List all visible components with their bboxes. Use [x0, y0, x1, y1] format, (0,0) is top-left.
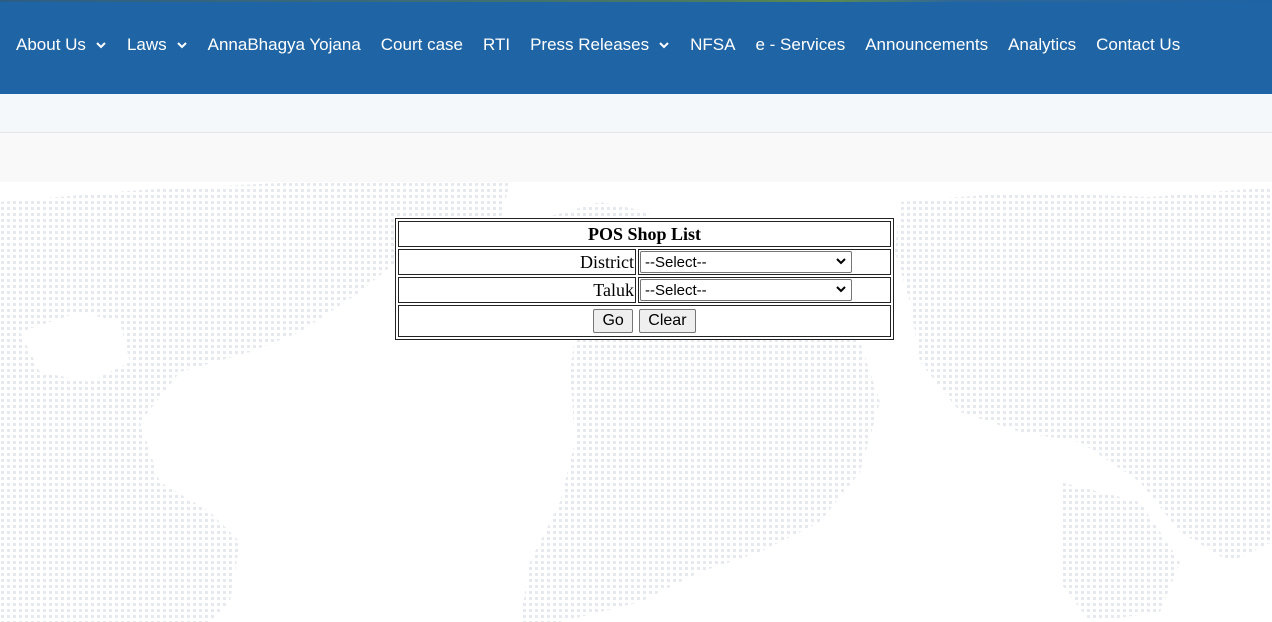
nav-item-label: Court case [380, 35, 463, 54]
nav-item-about-us[interactable]: About Us [16, 35, 107, 55]
nav-item-contact-us[interactable]: Contact Us [1096, 35, 1180, 55]
clear-button[interactable]: Clear [639, 309, 696, 333]
nav-item-label: Contact Us [1096, 35, 1181, 54]
chevron-down-icon [835, 254, 847, 271]
taluk-select[interactable]: --Select-- [640, 279, 852, 301]
chevron-down-icon [658, 39, 670, 51]
district-cell: --Select-- [638, 249, 891, 275]
nav-item-label: Press Releases [530, 35, 650, 54]
nav-item-analytics[interactable]: Analytics [1008, 35, 1076, 55]
go-button[interactable]: Go [593, 309, 633, 333]
nav-item-label: RTI [482, 35, 511, 54]
nav-item-nfsa[interactable]: NFSA [690, 35, 735, 55]
nav-item-label: AnnaBhagya Yojana [207, 35, 361, 54]
nav-item-announcements[interactable]: Announcements [865, 35, 988, 55]
chevron-down-icon [835, 282, 847, 299]
nav-item-label: Analytics [1008, 35, 1077, 54]
district-selected-value: --Select-- [645, 253, 707, 271]
pos-shop-list-form: POS Shop List District --Select-- Taluk … [395, 218, 894, 340]
district-label: District [398, 249, 636, 275]
chevron-down-icon [95, 39, 107, 51]
district-select[interactable]: --Select-- [640, 251, 852, 273]
nav-menu: About Us Laws AnnaBhagya Yojana Court ca… [16, 35, 1180, 55]
nav-item-label: Announcements [865, 35, 989, 54]
nav-item-label: Laws [126, 35, 167, 54]
taluk-label: Taluk [398, 277, 636, 303]
nav-item-label: About Us [16, 35, 86, 54]
nav-item-court-case[interactable]: Court case [381, 35, 463, 55]
nav-item-annabhagya-yojana[interactable]: AnnaBhagya Yojana [208, 35, 361, 55]
nav-item-e-services[interactable]: e - Services [755, 35, 845, 55]
form-title: POS Shop List [398, 221, 891, 247]
taluk-selected-value: --Select-- [645, 281, 707, 299]
nav-item-label: e - Services [755, 35, 846, 54]
page-header-band [0, 133, 1272, 182]
taluk-cell: --Select-- [638, 277, 891, 303]
main-navbar: About Us Laws AnnaBhagya Yojana Court ca… [0, 2, 1272, 94]
breadcrumb-band [0, 94, 1272, 133]
form-actions: Go Clear [398, 305, 891, 337]
chevron-down-icon [176, 39, 188, 51]
nav-item-label: NFSA [690, 35, 736, 54]
nav-item-laws[interactable]: Laws [127, 35, 188, 55]
nav-item-press-releases[interactable]: Press Releases [530, 35, 670, 55]
nav-item-rti[interactable]: RTI [483, 35, 510, 55]
